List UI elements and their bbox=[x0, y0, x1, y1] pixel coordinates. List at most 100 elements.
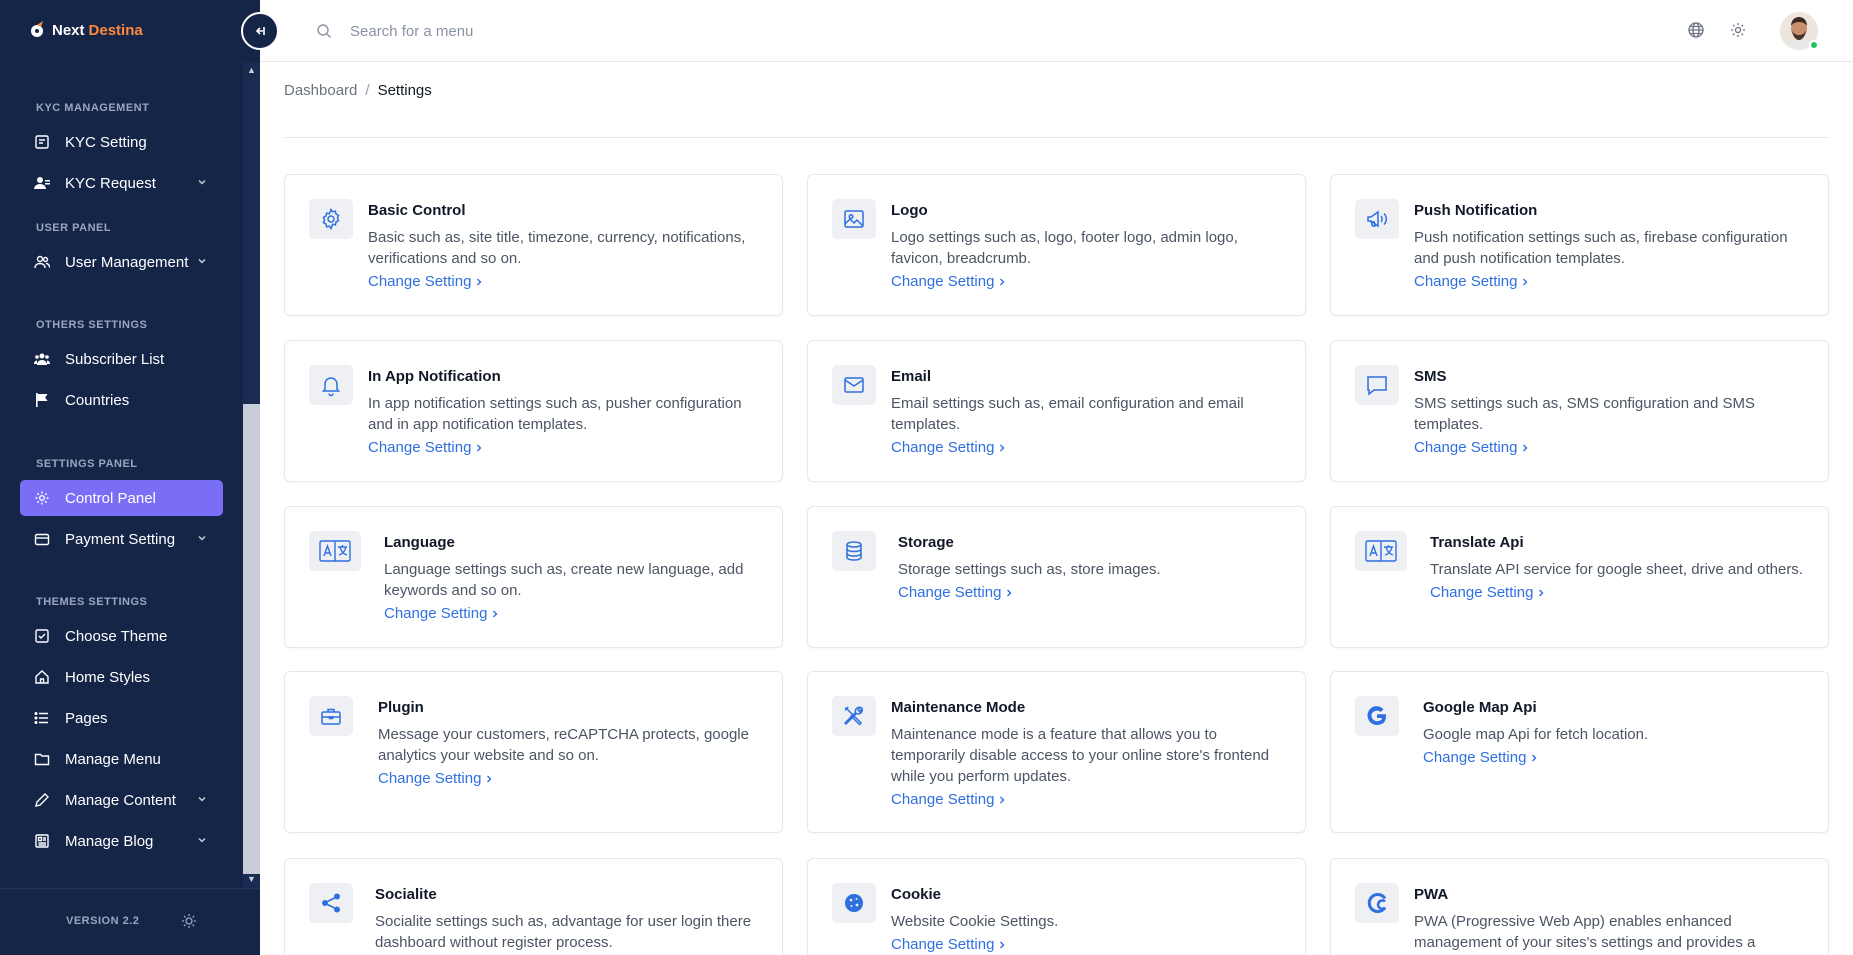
card-title: PWA bbox=[1414, 886, 1449, 903]
check-square-icon bbox=[34, 628, 50, 644]
change-setting-link[interactable]: Change Setting bbox=[891, 791, 1006, 808]
pencil-icon bbox=[34, 792, 50, 808]
change-setting-link[interactable]: Change Setting bbox=[368, 439, 483, 456]
gear-icon[interactable] bbox=[1729, 21, 1747, 39]
change-setting-link[interactable]: Change Setting bbox=[1414, 273, 1529, 290]
change-setting-label: Change Setting bbox=[891, 439, 995, 456]
sidebar-item-pages[interactable]: Pages bbox=[20, 700, 223, 736]
search-input[interactable] bbox=[350, 18, 750, 44]
change-setting-link[interactable]: Change Setting bbox=[891, 439, 1006, 456]
sidebar-item-control-panel[interactable]: Control Panel bbox=[20, 480, 223, 516]
sidebar-footer: VERSION 2.2 bbox=[0, 888, 260, 955]
toolbox-icon bbox=[309, 696, 353, 736]
sidebar-item-label: User Management bbox=[65, 253, 189, 271]
chevron-down-icon bbox=[198, 796, 206, 802]
card-title: Storage bbox=[898, 534, 954, 551]
folder-icon bbox=[34, 751, 50, 767]
change-setting-link[interactable]: Change Setting bbox=[898, 584, 1013, 601]
chevron-right-icon bbox=[477, 278, 482, 285]
search-icon bbox=[317, 24, 331, 38]
sidebar-item-label: Manage Content bbox=[65, 791, 176, 809]
sidebar-item-label: Choose Theme bbox=[65, 627, 168, 645]
section-title-kyc: KYC MANAGEMENT bbox=[36, 102, 150, 114]
sidebar-item-choose-theme[interactable]: Choose Theme bbox=[20, 618, 223, 654]
sidebar-item-label: Manage Menu bbox=[65, 750, 161, 768]
database-icon bbox=[832, 531, 876, 571]
card-title: Push Notification bbox=[1414, 202, 1538, 219]
card-description: Push notification settings such as, fire… bbox=[1414, 229, 1788, 267]
section-title-settings-panel: SETTINGS PANEL bbox=[36, 458, 138, 470]
sidebar-item-home-styles[interactable]: Home Styles bbox=[20, 659, 223, 695]
breadcrumb-dashboard[interactable]: Dashboard bbox=[284, 82, 357, 99]
change-setting-link[interactable]: Change Setting bbox=[1430, 584, 1545, 601]
sidebar-item-label: KYC Request bbox=[65, 174, 156, 192]
settings-card-basic-control: Basic Control Basic such as, site title,… bbox=[284, 174, 783, 316]
chevron-right-icon bbox=[1000, 941, 1005, 948]
chevron-right-icon bbox=[1523, 444, 1528, 451]
settings-card-language: Language Language settings such as, crea… bbox=[284, 506, 783, 648]
sidebar-item-label: Control Panel bbox=[65, 489, 156, 507]
card-description: Message your customers, reCAPTCHA protec… bbox=[378, 726, 749, 764]
wallet-icon bbox=[34, 531, 50, 547]
scroll-up-arrow-icon[interactable]: ▲ bbox=[247, 66, 256, 75]
section-title-themes-settings: THEMES SETTINGS bbox=[36, 596, 148, 608]
scroll-down-arrow-icon[interactable]: ▼ bbox=[247, 875, 256, 884]
version-label: VERSION 2.2 bbox=[66, 915, 140, 927]
share-icon bbox=[309, 883, 353, 923]
sidebar-item-payment-setting[interactable]: Payment Setting bbox=[20, 521, 223, 557]
scrollbar-thumb[interactable] bbox=[243, 404, 260, 874]
sidebar-item-user-management[interactable]: User Management bbox=[20, 244, 223, 280]
language-icon bbox=[309, 531, 361, 571]
sidebar-item-label: KYC Setting bbox=[65, 133, 147, 151]
sidebar-scrollbar[interactable]: ▲ ▼ bbox=[243, 62, 260, 888]
card-description: In app notification settings such as, pu… bbox=[368, 395, 742, 433]
change-setting-link[interactable]: Change Setting bbox=[378, 770, 493, 787]
card-description: Website Cookie Settings. bbox=[891, 913, 1059, 930]
change-setting-link[interactable]: Change Setting bbox=[1414, 439, 1529, 456]
brand-name-part2: Destina bbox=[88, 21, 143, 39]
change-setting-label: Change Setting bbox=[378, 770, 482, 787]
card-description: Google map Api for fetch location. bbox=[1423, 726, 1649, 743]
chevron-down-icon bbox=[198, 535, 206, 541]
settings-card-pwa: PWA PWA (Progressive Web App) enables en… bbox=[1330, 858, 1829, 955]
globe-icon[interactable] bbox=[1687, 21, 1705, 39]
chevron-right-icon bbox=[1000, 796, 1005, 803]
change-setting-label: Change Setting bbox=[1414, 273, 1518, 290]
top-header bbox=[260, 0, 1853, 62]
settings-card-google-map-api: Google Map Api Google map Api for fetch … bbox=[1330, 671, 1829, 833]
change-setting-link[interactable]: Change Setting bbox=[368, 273, 483, 290]
sun-icon[interactable] bbox=[181, 913, 197, 929]
change-setting-link[interactable]: Change Setting bbox=[384, 605, 499, 622]
card-title: Maintenance Mode bbox=[891, 699, 1026, 716]
sidebar-item-kyc-request[interactable]: KYC Request bbox=[20, 165, 223, 201]
change-setting-link[interactable]: Change Setting bbox=[891, 936, 1006, 953]
change-setting-link[interactable]: Change Setting bbox=[1423, 749, 1538, 766]
change-setting-link[interactable]: Change Setting bbox=[891, 273, 1006, 290]
group-icon bbox=[34, 351, 50, 367]
chevron-down-icon bbox=[198, 258, 206, 264]
section-title-others-settings: OTHERS SETTINGS bbox=[36, 319, 148, 331]
card-description: Email settings such as, email configurat… bbox=[891, 395, 1244, 433]
sidebar-item-manage-menu[interactable]: Manage Menu bbox=[20, 741, 223, 777]
card-description: Language settings such as, create new la… bbox=[384, 561, 744, 599]
change-setting-label: Change Setting bbox=[368, 439, 472, 456]
tools-icon bbox=[832, 696, 876, 736]
sidebar-item-kyc-setting[interactable]: KYC Setting bbox=[20, 124, 223, 160]
breadcrumb-separator: / bbox=[365, 82, 370, 99]
change-setting-label: Change Setting bbox=[1414, 439, 1518, 456]
change-setting-label: Change Setting bbox=[891, 791, 995, 808]
image-icon bbox=[832, 199, 876, 239]
sidebar-item-manage-blog[interactable]: Manage Blog bbox=[20, 823, 223, 859]
pwa-icon bbox=[1355, 883, 1399, 923]
breadcrumb-current: Settings bbox=[377, 82, 432, 99]
logo-icon bbox=[31, 21, 43, 37]
sidebar-item-manage-content[interactable]: Manage Content bbox=[20, 782, 223, 818]
envelope-icon bbox=[832, 365, 876, 405]
sidebar-collapse-button[interactable] bbox=[241, 12, 279, 50]
brand-logo[interactable]: Next Destina bbox=[28, 20, 143, 40]
chevron-right-icon bbox=[1523, 278, 1528, 285]
settings-card-in-app-notification: In App Notification In app notification … bbox=[284, 340, 783, 482]
sidebar-item-label: Pages bbox=[65, 709, 108, 727]
sidebar-item-countries[interactable]: Countries bbox=[20, 382, 223, 418]
sidebar-item-subscriber-list[interactable]: Subscriber List bbox=[20, 341, 223, 377]
